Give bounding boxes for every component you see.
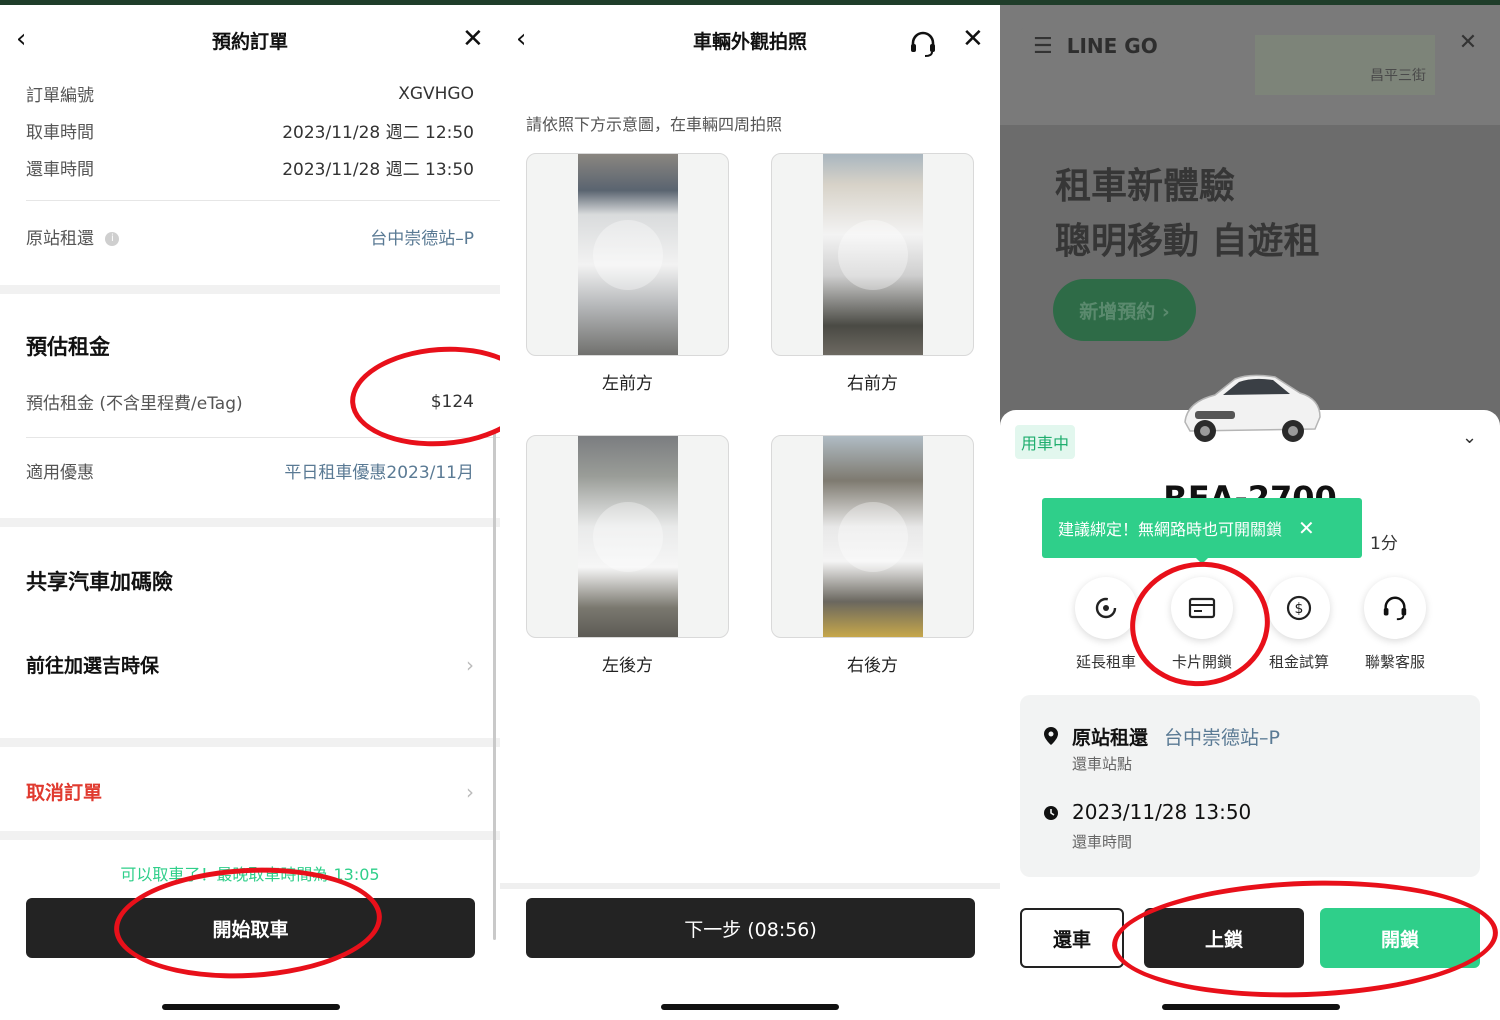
station-label: 原站租還 <box>26 229 94 249</box>
insurance-link-row[interactable]: 前往加選吉時保 › <box>26 651 474 678</box>
insurance-link: 前往加選吉時保 <box>26 655 160 677</box>
camera-icon <box>593 220 663 290</box>
fee-estimate-button[interactable]: $ 租金試算 <box>1259 577 1339 672</box>
dollar-icon: $ <box>1268 577 1330 639</box>
home-indicator <box>162 1004 340 1010</box>
row-value: 2023/11/28 週二 12:50 <box>282 123 474 143</box>
hero-title-line2: 聰明移動 自遊租 <box>1055 221 1320 262</box>
chevron-down-icon[interactable]: ⌄ <box>1462 427 1477 448</box>
action-label: 聯繫客服 <box>1364 653 1425 671</box>
info-icon[interactable]: i <box>105 232 120 246</box>
station-sub-label: 還車站點 <box>1072 755 1133 773</box>
divider <box>26 200 500 201</box>
row-label: 還車時間 <box>26 160 94 180</box>
camera-icon <box>593 502 663 572</box>
photo-slot-rear-right[interactable] <box>771 435 974 638</box>
home-indicator <box>661 1004 839 1010</box>
station-link[interactable]: 台中崇德站–P <box>1164 723 1280 750</box>
row-value: XGVHGO <box>398 83 474 104</box>
extend-icon <box>1075 577 1137 639</box>
tooltip-text: 建議綁定！無網路時也可開關鎖 <box>1058 520 1283 539</box>
footer-divider <box>500 883 1000 889</box>
action-label: 延長租車 <box>1075 653 1136 671</box>
action-label: 租金試算 <box>1268 653 1329 671</box>
bind-card-tooltip: 建議綁定！無網路時也可開關鎖 ✕ <box>1042 498 1362 558</box>
photo-label: 左前方 <box>602 374 653 394</box>
return-time-sub-label: 還車時間 <box>1072 833 1133 851</box>
brand-pill[interactable]: ☰ LINE GO <box>1015 21 1170 71</box>
section-divider <box>0 285 500 294</box>
row-value: 2023/11/28 週二 13:50 <box>282 160 474 180</box>
row-label: 取車時間 <box>26 123 94 143</box>
cancel-order-row[interactable]: 取消訂單 › <box>26 778 474 805</box>
highlight-circle <box>346 340 500 453</box>
close-button[interactable]: ✕ <box>962 25 984 53</box>
pickup-time-row: 取車時間 2023/11/28 週二 12:50 <box>26 118 474 143</box>
clock-icon <box>1044 805 1058 824</box>
station-row: 原站租還 i 台中崇德站–P <box>26 224 474 249</box>
svg-text:$: $ <box>1295 601 1304 617</box>
home-indicator <box>1162 1004 1340 1010</box>
photo-label: 左後方 <box>602 656 653 676</box>
station-label-wrap: 原站租還 i <box>26 224 120 249</box>
close-icon[interactable]: ✕ <box>1298 516 1315 540</box>
order-number-row: 訂單編號 XGVHGO <box>26 81 474 107</box>
photo-slot-rear-left[interactable] <box>526 435 729 638</box>
contact-support-button[interactable]: 聯繫客服 <box>1355 577 1435 672</box>
order-panel: ‹ 預約訂單 ✕ 訂單編號 XGVHGO 取車時間 2023/11/28 週二 … <box>0 5 500 1020</box>
headset-icon <box>1364 577 1426 639</box>
cancel-order-link: 取消訂單 <box>26 782 103 804</box>
section-divider <box>0 738 500 747</box>
page-title: 預約訂單 <box>211 31 288 53</box>
row-label: 訂單編號 <box>26 86 94 106</box>
next-step-button[interactable]: 下一步 (08:56) <box>526 898 975 958</box>
scrollbar[interactable] <box>493 430 496 940</box>
duration-suffix: 1分 <box>1370 534 1398 554</box>
chevron-right-icon: › <box>466 652 474 677</box>
photo-label: 右前方 <box>847 374 898 394</box>
discount-label: 適用優惠 <box>26 463 94 483</box>
station-link[interactable]: 台中崇德站–P <box>370 224 474 249</box>
headset-icon[interactable] <box>908 29 938 63</box>
discount-row: 適用優惠 平日租車優惠2023/11月 <box>26 458 474 483</box>
brand-logo: LINE GO <box>1066 34 1158 58</box>
return-time-value: 2023/11/28 13:50 <box>1072 800 1252 824</box>
hero-title-line1: 租車新體驗 <box>1055 166 1236 207</box>
close-button[interactable]: ✕ <box>1450 25 1486 61</box>
new-booking-button[interactable]: 新增預約 › <box>1053 279 1196 341</box>
in-use-panel: 昌平三街 ☰ LINE GO ✕ 租車新體驗 聰明移動 自遊租 新增預約 › 用… <box>1000 5 1500 1020</box>
instruction-text: 請依照下方示意圖，在車輛四周拍照 <box>526 115 783 134</box>
fee-label: 預估租金 (不含里程費/eTag) <box>26 394 243 414</box>
section-divider <box>0 518 500 527</box>
station-label: 原站租還 <box>1072 727 1149 749</box>
photo-slot-front-left[interactable] <box>526 153 729 356</box>
car-image <box>1175 367 1325 451</box>
section-divider <box>0 831 500 840</box>
camera-icon <box>838 220 908 290</box>
return-time-row: 還車時間 2023/11/28 週二 13:50 <box>26 155 474 180</box>
camera-icon <box>838 502 908 572</box>
map-street-label: 昌平三街 <box>1370 68 1426 84</box>
fee-section-title: 預估租金 <box>26 335 110 359</box>
close-button[interactable]: ✕ <box>462 25 484 53</box>
status-badge: 用車中 <box>1015 425 1076 459</box>
photo-slot-front-right[interactable] <box>771 153 974 356</box>
discount-link[interactable]: 平日租車優惠2023/11月 <box>284 458 474 483</box>
location-pin-icon <box>1044 727 1058 749</box>
return-car-button[interactable]: 還車 <box>1020 908 1124 968</box>
chevron-right-icon: › <box>466 779 474 804</box>
insurance-section-title: 共享汽車加碼險 <box>26 570 173 594</box>
photo-panel: ‹ 車輛外觀拍照 ✕ 請依照下方示意圖，在車輛四周拍照 左前方 右前方 左後方 … <box>500 5 1000 1020</box>
menu-icon[interactable]: ☰ <box>1033 34 1053 59</box>
photo-label: 右後方 <box>847 656 898 676</box>
